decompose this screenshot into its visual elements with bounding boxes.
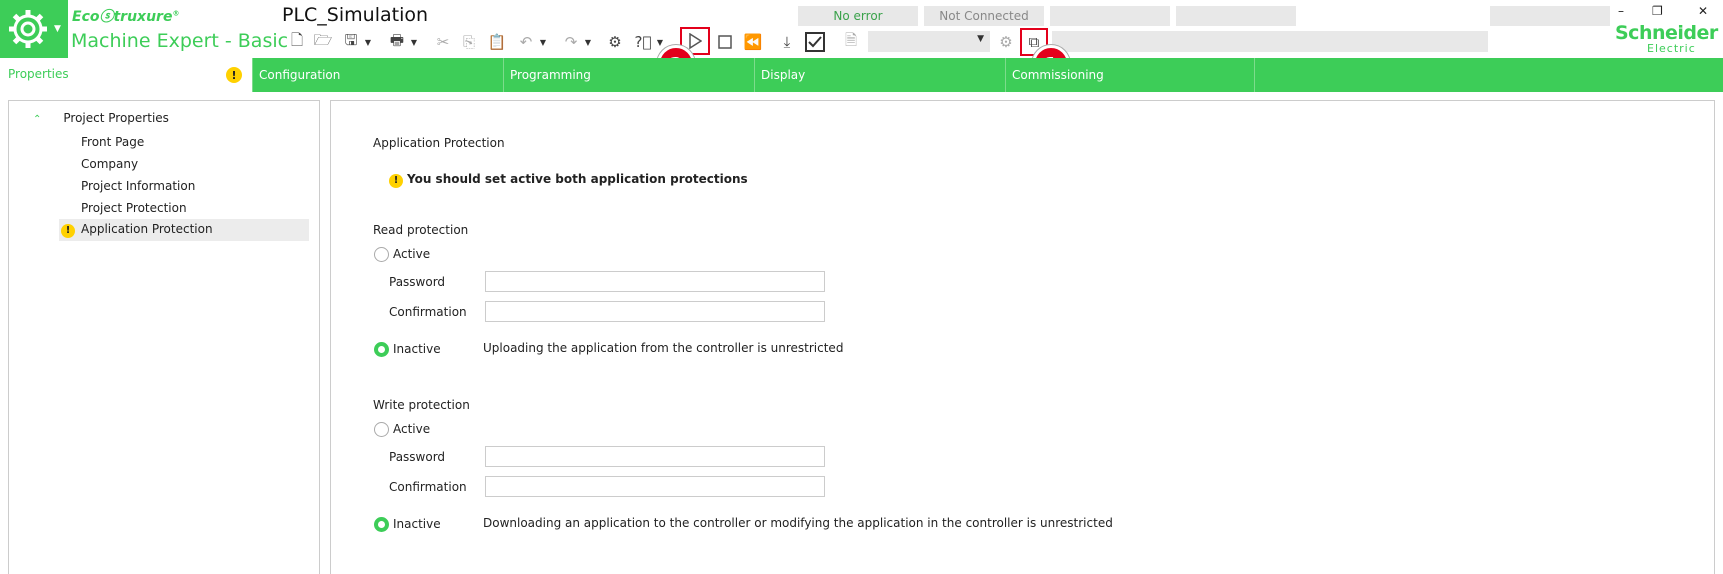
tab-configuration[interactable]: Configuration	[252, 58, 503, 92]
minimize-button[interactable]: –	[1618, 4, 1624, 18]
tree-item-project-protection[interactable]: Project Protection	[81, 201, 187, 215]
stop-icon[interactable]	[714, 30, 736, 54]
copy-icon[interactable]: ⎘	[458, 30, 480, 54]
title-bar: ▼ Ecoⓢtruxure® Machine Expert - Basic PL…	[0, 0, 1723, 58]
product-name: Machine Expert - Basic	[71, 30, 289, 52]
cut-icon[interactable]: ✂	[432, 30, 454, 54]
read-inactive-label: Inactive	[393, 342, 441, 356]
write-inactive-label: Inactive	[393, 517, 441, 531]
undo-dropdown-icon[interactable]: ▼	[538, 30, 548, 54]
main-nav: Properties ! Configuration Programming D…	[0, 58, 1723, 92]
read-active-radio[interactable]	[374, 247, 389, 262]
status-slot-3	[1050, 6, 1170, 26]
section-title: Application Protection	[373, 136, 505, 150]
write-active-label: Active	[393, 422, 431, 436]
paste-icon[interactable]: 📋	[486, 30, 508, 54]
app-menu-button[interactable]: ▼	[0, 0, 68, 58]
tab-label: Properties	[8, 67, 69, 81]
open-folder-icon[interactable]: 🗁	[312, 30, 334, 54]
close-button[interactable]: ✕	[1698, 4, 1708, 18]
tab-programming[interactable]: Programming	[503, 58, 754, 92]
restore-button[interactable]: ❐	[1652, 4, 1663, 18]
tree-root[interactable]: ⌃ Project Properties	[33, 111, 169, 125]
read-inactive-description: Uploading the application from the contr…	[483, 341, 844, 355]
status-slot-4	[1176, 6, 1296, 26]
chevron-down-icon: ▼	[977, 34, 984, 44]
read-password-label: Password	[389, 275, 446, 289]
write-password-label: Password	[389, 450, 446, 464]
read-confirmation-label: Confirmation	[389, 305, 467, 319]
error-status: No error	[798, 6, 918, 26]
check-icon[interactable]	[804, 30, 826, 54]
undo-icon[interactable]: ↶	[515, 30, 537, 54]
content-panel: Application Protection ! You should set a…	[330, 100, 1715, 574]
redo-icon[interactable]: ↷	[560, 30, 582, 54]
connection-status: Not Connected	[924, 6, 1044, 26]
read-confirmation-field[interactable]	[485, 301, 825, 322]
tree-item-company[interactable]: Company	[81, 157, 138, 171]
controller-select[interactable]: ▼	[868, 31, 990, 52]
write-inactive-radio[interactable]	[374, 517, 389, 532]
write-protection-title: Write protection	[373, 398, 470, 412]
chevron-up-icon[interactable]: ⌃	[33, 114, 41, 125]
settings-gear-icon[interactable]: ⚙	[604, 30, 626, 54]
schneider-logo: Schneider Electric	[1615, 22, 1718, 55]
ecostruxure-logo: Ecoⓢtruxure®	[72, 9, 180, 25]
tab-display[interactable]: Display	[754, 58, 1005, 92]
read-inactive-radio[interactable]	[374, 342, 389, 357]
write-confirmation-label: Confirmation	[389, 480, 467, 494]
gear-icon	[9, 10, 47, 48]
document-title: PLC_Simulation	[282, 4, 429, 26]
print-icon[interactable]: 🖶	[386, 30, 408, 54]
warning-icon: !	[226, 67, 242, 83]
status-bar	[1052, 31, 1488, 52]
properties-tree: ⌃ Project Properties Front Page Company P…	[8, 100, 320, 574]
document-icon[interactable]: 🗎	[840, 30, 862, 54]
rewind-icon[interactable]: ⏪	[742, 30, 764, 54]
tree-item-front-page[interactable]: Front Page	[81, 135, 144, 149]
download-icon[interactable]: ⤓	[776, 30, 798, 54]
write-active-radio[interactable]	[374, 422, 389, 437]
new-file-icon[interactable]: 🗋	[286, 30, 308, 54]
tree-item-application-protection[interactable]: ! Application Protection	[59, 219, 309, 241]
tab-properties[interactable]: Properties !	[0, 58, 252, 92]
write-inactive-description: Downloading an application to the contro…	[483, 516, 1113, 530]
help-icon[interactable]: ?⃝	[632, 30, 654, 54]
warning-icon: !	[61, 223, 75, 238]
warning-message: ! You should set active both application …	[389, 172, 748, 188]
read-password-field[interactable]	[485, 271, 825, 292]
tab-commissioning[interactable]: Commissioning	[1005, 58, 1255, 92]
write-confirmation-field[interactable]	[485, 476, 825, 497]
status-slot-5	[1490, 6, 1610, 26]
redo-dropdown-icon[interactable]: ▼	[583, 30, 593, 54]
read-active-label: Active	[393, 247, 431, 261]
read-protection-title: Read protection	[373, 223, 469, 237]
save-icon[interactable]: 🖫	[340, 30, 362, 54]
warning-icon: !	[389, 173, 403, 188]
chevron-down-icon: ▼	[54, 24, 61, 34]
write-password-field[interactable]	[485, 446, 825, 467]
print-dropdown-icon[interactable]: ▼	[409, 30, 419, 54]
tree-item-project-information[interactable]: Project Information	[81, 179, 195, 193]
connect-icon[interactable]: ⚙	[995, 30, 1017, 54]
save-dropdown-icon[interactable]: ▼	[363, 30, 373, 54]
